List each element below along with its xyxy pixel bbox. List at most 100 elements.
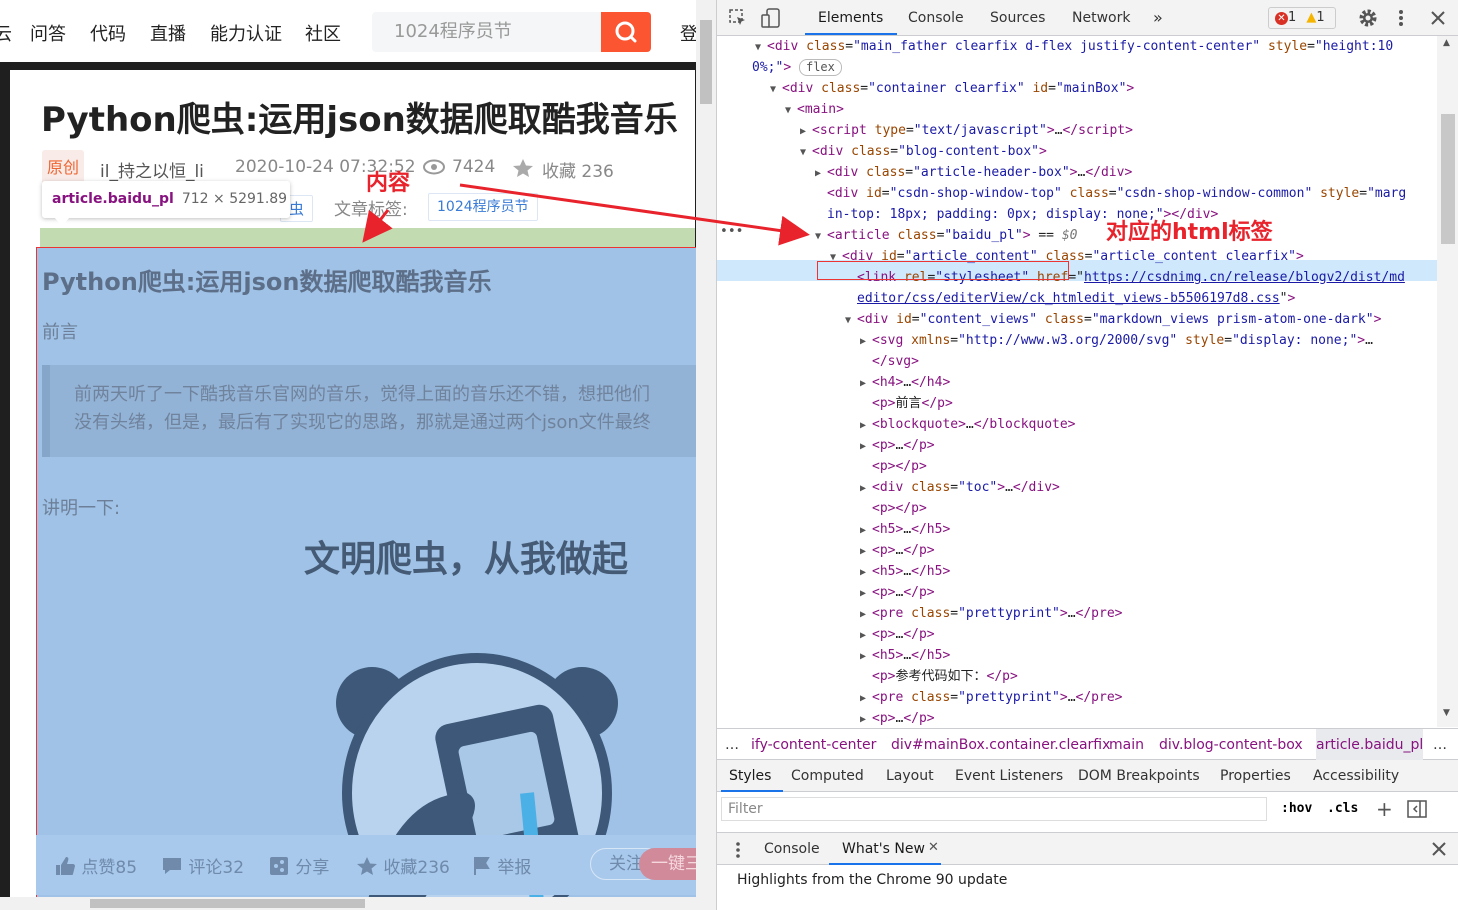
expand-triangle-icon[interactable]: ▼ [785, 100, 797, 121]
expand-triangle-icon[interactable]: ▶ [860, 646, 872, 667]
settings-gear-icon[interactable] [1358, 8, 1378, 28]
subtab-dom-breakpoints[interactable]: DOM Breakpoints [1078, 760, 1200, 792]
cls-toggle[interactable]: .cls [1327, 793, 1358, 825]
breadcrumb-item[interactable]: ify-content-center [751, 729, 876, 761]
issues-badge[interactable]: ✕ 1 ▲1 [1268, 7, 1336, 29]
expand-triangle-icon[interactable]: ▶ [860, 415, 872, 436]
close-devtools-icon[interactable] [1430, 10, 1446, 26]
subtab-accessibility[interactable]: Accessibility [1313, 760, 1399, 792]
dom-node-line[interactable]: <div id="csdn-shop-window-top" class="cs… [827, 183, 1406, 204]
expand-triangle-icon[interactable]: ▶ [860, 541, 872, 562]
breadcrumb-more[interactable]: … [1433, 729, 1447, 761]
dom-node-line[interactable]: 0%;"> flex [752, 57, 842, 78]
tab-console[interactable]: Console [908, 10, 964, 26]
tab-network[interactable]: Network [1072, 10, 1130, 26]
page-vertical-scrollbar[interactable] [696, 0, 716, 910]
dom-node-line[interactable]: </svg> [872, 351, 919, 372]
dom-node-line[interactable]: ▼ <div class="blog-content-box"> [800, 141, 1047, 162]
more-tabs-chevron-icon[interactable]: » [1153, 8, 1163, 27]
dom-node-line[interactable]: ▼ <article class="baidu_pl"> == $0 [815, 225, 1078, 246]
expand-triangle-icon[interactable]: ▶ [860, 709, 872, 727]
collect-count[interactable]: 收藏 236 [542, 157, 614, 182]
subtab-computed[interactable]: Computed [791, 760, 864, 792]
dom-node-line[interactable]: editor/css/editerView/ck_htmledit_views-… [857, 288, 1295, 309]
dom-node-line[interactable]: ▶ <div class="article-header-box">…</div> [815, 162, 1132, 183]
author-link[interactable]: il_持之以恒_li [100, 157, 204, 182]
expand-triangle-icon[interactable]: ▼ [755, 37, 767, 58]
dom-node-line[interactable]: ▶ <h5>…</h5> [860, 561, 950, 582]
dom-node-line[interactable]: ▶ <p>…</p> [860, 540, 935, 561]
page-horizontal-scroll-thumb[interactable] [90, 899, 365, 908]
dom-node-line[interactable]: ▶ <blockquote>…</blockquote> [860, 414, 1076, 435]
tab-sources[interactable]: Sources [990, 10, 1045, 26]
new-rule-plus-icon[interactable]: + [1376, 793, 1393, 825]
dom-node-line[interactable]: <p>前言</p> [872, 393, 953, 414]
subtab-layout[interactable]: Layout [886, 760, 934, 792]
scroll-down-arrow-icon[interactable]: ▼ [1443, 708, 1450, 718]
nav-item-community[interactable]: 社区 [305, 20, 341, 46]
tab-elements[interactable]: Elements [818, 10, 883, 26]
kebab-menu-icon[interactable] [1397, 8, 1405, 28]
dom-node-line[interactable]: ▶ <p>…</p> [860, 708, 935, 727]
dom-tree-scroll-thumb[interactable] [1441, 114, 1455, 244]
drawer-menu-icon[interactable] [735, 841, 741, 859]
device-toggle-icon[interactable] [761, 8, 781, 28]
report-button[interactable]: 举报 [472, 853, 531, 878]
nav-item-live[interactable]: 直播 [150, 20, 186, 46]
dom-node-line[interactable]: ▶ <p>…</p> [860, 582, 935, 603]
share-button[interactable]: 分享 [268, 853, 329, 878]
styles-filter-input[interactable]: Filter [721, 797, 1267, 821]
collect-star-icon[interactable] [512, 158, 534, 178]
nav-item-qa[interactable]: 问答 [30, 20, 66, 46]
expand-triangle-icon[interactable]: ▶ [860, 562, 872, 583]
expand-triangle-icon[interactable]: ▶ [860, 478, 872, 499]
expand-triangle-icon[interactable]: ▶ [860, 583, 872, 604]
expand-triangle-icon[interactable]: ▶ [860, 604, 872, 625]
dom-node-line[interactable]: ▼ <main> [785, 99, 844, 120]
expand-triangle-icon[interactable]: ▶ [860, 625, 872, 646]
subtab-event-listeners[interactable]: Event Listeners [955, 760, 1063, 792]
dom-node-line[interactable]: ▼ <div class="main_father clearfix d-flex… [755, 36, 1393, 57]
breadcrumb-more[interactable]: … [725, 729, 739, 761]
expand-triangle-icon[interactable]: ▼ [815, 226, 827, 247]
subtab-styles[interactable]: Styles [729, 760, 771, 792]
dom-node-line[interactable]: ▶ <p>…</p> [860, 624, 935, 645]
dom-node-line[interactable]: ▶ <div class="toc">…</div> [860, 477, 1060, 498]
dom-node-line[interactable]: ▶ <h5>…</h5> [860, 645, 950, 666]
dom-node-line[interactable]: <p></p> [872, 498, 927, 519]
close-tab-icon[interactable]: ✕ [928, 832, 939, 864]
dom-node-line[interactable]: ▶ <h5>…</h5> [860, 519, 950, 540]
expand-triangle-icon[interactable]: ▶ [860, 331, 872, 352]
nav-item-code[interactable]: 代码 [90, 20, 126, 46]
drawer-tab-console[interactable]: Console [764, 833, 820, 865]
article-tag[interactable]: 1024程序员节 [428, 193, 538, 221]
scroll-up-arrow-icon[interactable]: ▲ [1443, 38, 1450, 48]
like-button[interactable]: 点赞85 [54, 853, 137, 878]
expand-triangle-icon[interactable]: ▶ [800, 121, 812, 142]
search-button[interactable] [601, 12, 651, 52]
collect-button[interactable]: 收藏236 [356, 853, 450, 878]
expand-triangle-icon[interactable]: ▶ [860, 520, 872, 541]
dom-node-line[interactable]: ▶ <h4>…</h4> [860, 372, 950, 393]
page-scroll-thumb[interactable] [700, 20, 712, 104]
node-options-ellipsis[interactable]: ••• [720, 224, 743, 239]
expand-triangle-icon[interactable]: ▼ [845, 310, 857, 331]
expand-triangle-icon[interactable]: ▶ [815, 163, 827, 184]
nav-item-cut[interactable]: 云 [0, 20, 12, 46]
dom-tree[interactable]: ▼ <div class="main_father clearfix d-flex… [717, 36, 1437, 727]
drawer-tab-whats-new[interactable]: What's New [842, 833, 925, 865]
subtab-properties[interactable]: Properties [1220, 760, 1291, 792]
expand-triangle-icon[interactable]: ▶ [860, 436, 872, 457]
close-drawer-icon[interactable] [1432, 842, 1446, 856]
expand-triangle-icon[interactable]: ▼ [770, 79, 782, 100]
expand-triangle-icon[interactable]: ▶ [860, 373, 872, 394]
expand-triangle-icon[interactable]: ▼ [800, 142, 812, 163]
dom-node-line[interactable]: ▼ <div class="container clearfix" id="mai… [770, 78, 1134, 99]
nav-item-certification[interactable]: 能力认证 [210, 20, 282, 46]
breadcrumb-item-selected[interactable]: article.baidu_pl [1316, 729, 1424, 761]
breadcrumb-item[interactable]: div.blog-content-box [1159, 729, 1303, 761]
dom-node-line[interactable]: ▶ <svg xmlns="http://www.w3.org/2000/svg"… [860, 330, 1373, 351]
inspect-element-icon[interactable] [729, 9, 747, 27]
dom-node-line[interactable]: <p>参考代码如下：</p> [872, 666, 1018, 687]
comment-button[interactable]: 评论32 [161, 853, 244, 878]
